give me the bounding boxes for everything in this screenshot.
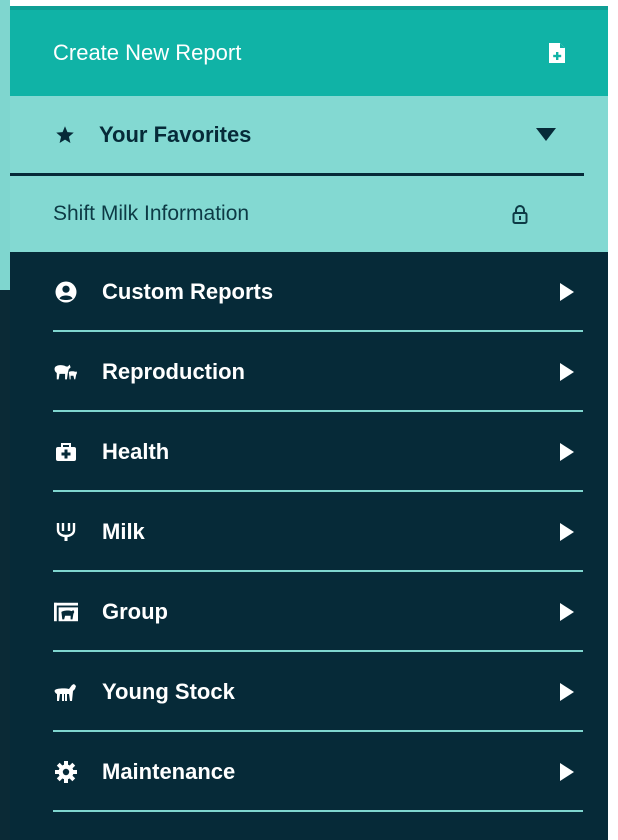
create-new-report-button[interactable]: Create New Report bbox=[10, 10, 608, 96]
cow-calf-icon bbox=[54, 360, 78, 384]
chevron-right-icon bbox=[560, 603, 574, 621]
menu-item-label: Young Stock bbox=[102, 679, 235, 704]
menu-item-label: Group bbox=[102, 599, 168, 624]
chevron-right-icon bbox=[560, 683, 574, 701]
lock-icon bbox=[512, 204, 528, 224]
chevron-right-icon bbox=[560, 283, 574, 301]
reports-menu-panel: Create New Report Your Favorites Shift M bbox=[10, 10, 608, 840]
menu-item-custom-reports[interactable]: Custom Reports bbox=[10, 252, 608, 332]
background-page-edge-light bbox=[0, 0, 10, 290]
star-icon bbox=[55, 125, 75, 145]
menu-item-label: Maintenance bbox=[102, 759, 236, 784]
menu-item-young-stock[interactable]: Young Stock bbox=[10, 652, 608, 732]
menu-item-label: Health bbox=[102, 439, 170, 464]
milking-claw-icon bbox=[54, 520, 78, 544]
create-new-report-label: Create New Report bbox=[53, 40, 242, 65]
favorites-section: Your Favorites Shift Milk Information bbox=[10, 96, 608, 252]
chevron-right-icon bbox=[560, 363, 574, 381]
gear-icon bbox=[54, 760, 78, 784]
favorite-item-label: Shift Milk Information bbox=[53, 202, 250, 225]
chevron-right-icon bbox=[560, 523, 574, 541]
top-accent-line bbox=[10, 0, 608, 10]
menu-item-label: Milk bbox=[102, 519, 145, 544]
menu-item-label: Custom Reports bbox=[102, 279, 274, 304]
calf-icon bbox=[54, 680, 78, 704]
your-favorites-label: Your Favorites bbox=[99, 121, 252, 147]
menu-item-milk[interactable]: Milk bbox=[10, 492, 608, 572]
menu-item-label: Reproduction bbox=[102, 359, 245, 384]
menu-item-reproduction[interactable]: Reproduction bbox=[10, 332, 608, 412]
caret-down-icon bbox=[536, 127, 556, 142]
user-circle-icon bbox=[54, 280, 78, 304]
chevron-right-icon bbox=[560, 763, 574, 781]
your-favorites-toggle[interactable]: Your Favorites bbox=[10, 96, 584, 176]
menu-item-health[interactable]: Health bbox=[10, 412, 608, 492]
pen-group-icon bbox=[54, 600, 78, 624]
medical-kit-icon bbox=[54, 440, 78, 464]
menu-item-group[interactable]: Group bbox=[10, 572, 608, 652]
menu-item-maintenance[interactable]: Maintenance bbox=[10, 732, 608, 812]
favorite-item[interactable]: Shift Milk Information bbox=[10, 176, 608, 252]
file-plus-icon bbox=[548, 42, 566, 64]
chevron-right-icon bbox=[560, 443, 574, 461]
